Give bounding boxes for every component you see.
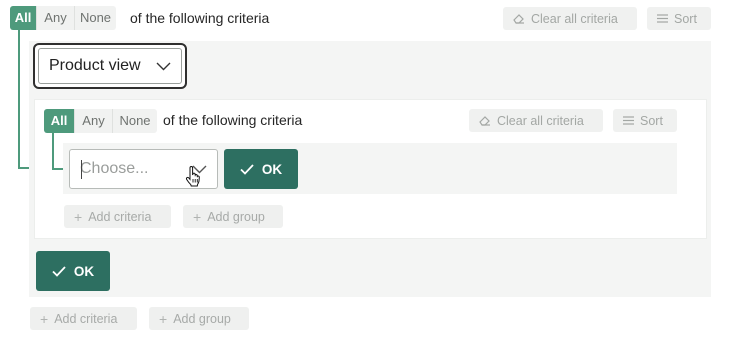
criteria-ok-label: OK — [261, 161, 283, 177]
outer-segment-none[interactable]: None — [74, 6, 116, 30]
inner-segment-all[interactable]: All — [44, 109, 74, 133]
product-view-select-focus-ring: Product view — [33, 43, 187, 89]
group-ok-button[interactable]: OK — [36, 251, 110, 291]
outer-add-group-label: Add group — [173, 311, 231, 326]
list-lines-icon — [657, 14, 668, 23]
outer-segment-any[interactable]: Any — [36, 6, 74, 30]
outer-add-criteria-label: Add criteria — [54, 311, 118, 326]
inner-add-criteria-label: Add criteria — [88, 209, 152, 224]
inner-clear-all-button[interactable]: Clear all criteria — [469, 109, 603, 132]
plus-icon: + — [74, 208, 83, 225]
inner-segment-any[interactable]: Any — [74, 109, 112, 133]
inner-tree-connector-vertical — [52, 133, 54, 170]
outer-sort-button[interactable]: Sort — [647, 7, 711, 30]
inner-tree-connector-horizontal — [52, 168, 63, 170]
inner-add-group-button[interactable]: + Add group — [183, 205, 283, 228]
outer-sort-label: Sort — [674, 11, 697, 26]
plus-icon: + — [193, 208, 202, 225]
checkmark-icon — [240, 163, 254, 175]
inner-sort-button[interactable]: Sort — [613, 109, 677, 132]
outer-criteria-text: of the following criteria — [130, 10, 270, 26]
product-view-select[interactable]: Product view — [38, 48, 182, 84]
outer-clear-all-button[interactable]: Clear all criteria — [503, 7, 637, 30]
list-lines-icon — [623, 116, 634, 125]
inner-add-group-label: Add group — [207, 209, 265, 224]
outer-add-criteria-button[interactable]: + Add criteria — [30, 307, 137, 330]
eraser-icon — [479, 115, 491, 126]
outer-tree-connector-horizontal — [18, 167, 29, 169]
inner-match-segment: All Any None — [44, 109, 157, 133]
outer-segment-all[interactable]: All — [10, 6, 36, 30]
plus-icon: + — [40, 310, 49, 327]
inner-criteria-text: of the following criteria — [163, 112, 303, 128]
outer-clear-label: Clear all criteria — [531, 11, 618, 26]
outer-add-group-button[interactable]: + Add group — [149, 307, 249, 330]
group-ok-label: OK — [73, 263, 95, 279]
outer-match-segment: All Any None — [10, 6, 116, 30]
checkmark-icon — [52, 265, 66, 277]
choose-placeholder: Choose... — [80, 160, 149, 177]
inner-add-criteria-button[interactable]: + Add criteria — [64, 205, 171, 228]
criteria-ok-button[interactable]: OK — [224, 149, 298, 189]
inner-sort-label: Sort — [640, 113, 663, 128]
text-caret — [81, 160, 82, 179]
outer-tree-connector-vertical — [18, 30, 20, 169]
product-view-value: Product view — [49, 57, 141, 74]
plus-icon: + — [159, 310, 168, 327]
inner-segment-none[interactable]: None — [112, 109, 157, 133]
hand-pointer-icon — [185, 166, 201, 187]
chevron-down-icon — [156, 62, 171, 71]
inner-clear-label: Clear all criteria — [497, 113, 584, 128]
eraser-icon — [513, 13, 525, 24]
